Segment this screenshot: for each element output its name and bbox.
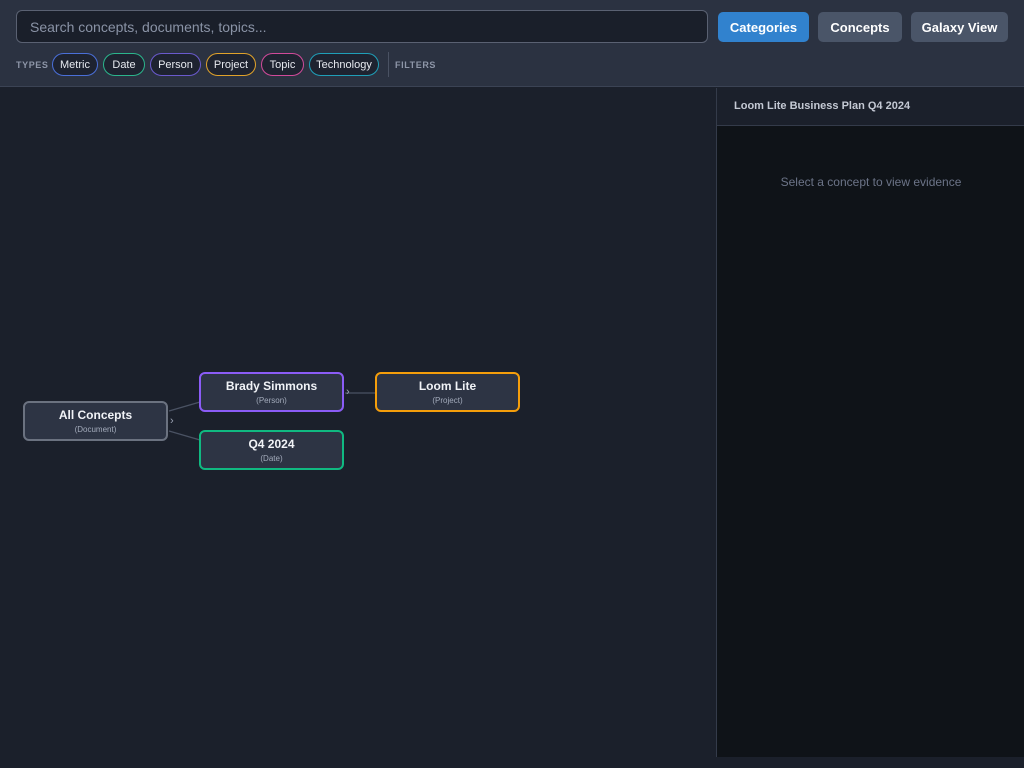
galaxy-view-button[interactable]: Galaxy View xyxy=(911,12,1008,42)
type-chip-topic[interactable]: Topic xyxy=(261,53,304,76)
top-toolbar: Categories Concepts Galaxy View TYPES Me… xyxy=(0,0,1024,87)
filters-label: FILTERS xyxy=(395,60,437,70)
node-brady-simmons[interactable]: Brady Simmons (Person) xyxy=(199,372,344,412)
type-chip-technology[interactable]: Technology xyxy=(309,53,379,76)
type-chip-project[interactable]: Project xyxy=(206,53,256,76)
node-type: (Person) xyxy=(256,396,287,405)
type-chip-person[interactable]: Person xyxy=(150,53,201,76)
node-label: Q4 2024 xyxy=(248,437,295,451)
concept-graph-canvas[interactable]: All Concepts (Document) › Brady Simmons … xyxy=(0,88,716,768)
node-type: (Date) xyxy=(260,454,283,463)
categories-view-button[interactable]: Categories xyxy=(718,12,809,42)
expand-chevron-icon[interactable]: › xyxy=(346,386,350,398)
node-q4-2024[interactable]: Q4 2024 (Date) xyxy=(199,430,344,470)
node-type: (Project) xyxy=(432,396,463,405)
type-chip-date[interactable]: Date xyxy=(103,53,145,76)
type-chip-metric[interactable]: Metric xyxy=(52,53,98,76)
panel-empty-message: Select a concept to view evidence xyxy=(780,175,962,189)
node-label: Loom Lite xyxy=(418,379,477,393)
filter-divider xyxy=(388,52,389,77)
node-type: (Document) xyxy=(74,425,117,434)
edge-all-q4 xyxy=(168,430,201,441)
types-label: TYPES xyxy=(16,60,49,70)
node-all-concepts[interactable]: All Concepts (Document) xyxy=(23,401,168,441)
edge-all-brady xyxy=(168,401,201,412)
evidence-panel: Loom Lite Business Plan Q4 2024 Select a… xyxy=(716,88,1024,757)
node-loom-lite[interactable]: Loom Lite (Project) xyxy=(375,372,520,412)
concepts-view-button[interactable]: Concepts xyxy=(818,12,902,42)
expand-chevron-icon[interactable]: › xyxy=(170,415,174,427)
node-label: Brady Simmons xyxy=(225,379,318,393)
panel-title: Loom Lite Business Plan Q4 2024 xyxy=(717,88,1024,126)
node-label: All Concepts xyxy=(58,408,133,422)
search-input[interactable] xyxy=(16,10,708,43)
